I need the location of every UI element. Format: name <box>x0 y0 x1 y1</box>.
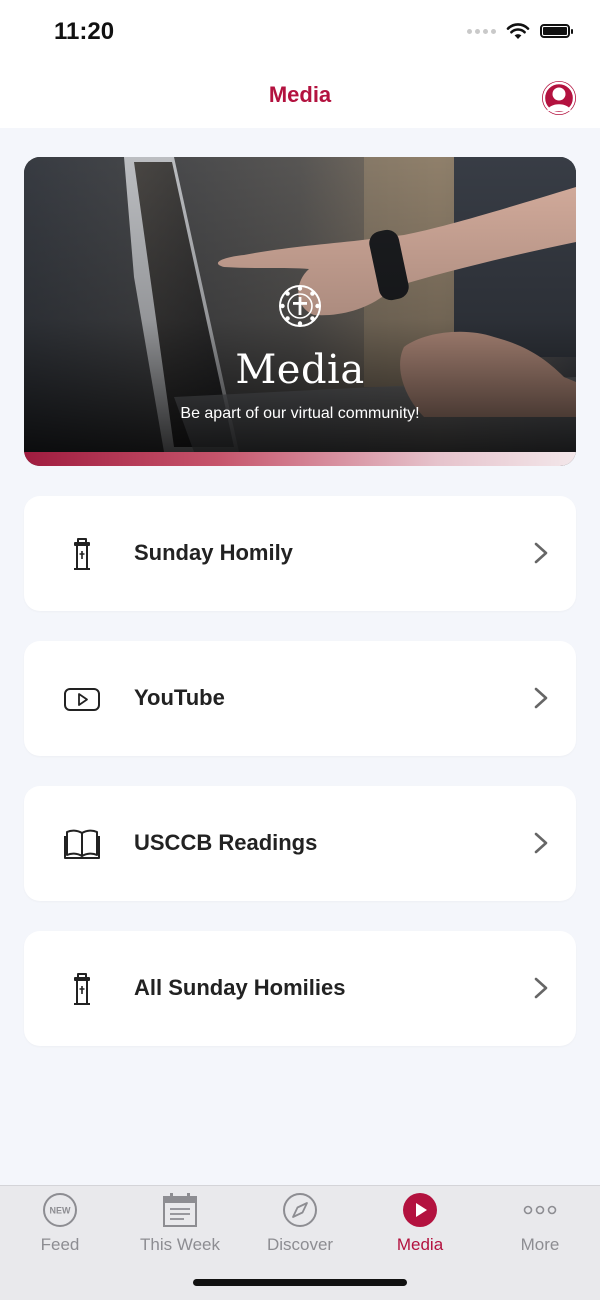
chevron-right-icon <box>534 687 548 709</box>
more-dots-icon <box>523 1205 557 1215</box>
parish-logo-icon <box>279 285 321 327</box>
wifi-icon <box>506 23 530 39</box>
hero-title: Media <box>235 347 365 393</box>
menu-item-youtube[interactable]: YouTube <box>24 641 576 756</box>
pulpit-icon <box>74 973 90 1005</box>
menu-item-all-sunday-homilies[interactable]: All Sunday Homilies <box>24 931 576 1046</box>
open-book-icon <box>64 829 100 859</box>
menu-item-label: YouTube <box>134 685 225 710</box>
menu-item-label: Sunday Homily <box>134 540 293 565</box>
compass-icon <box>283 1193 317 1227</box>
chevron-right-icon <box>534 832 548 854</box>
hero-subtitle: Be apart of our virtual community! <box>180 405 420 422</box>
menu-item-label: All Sunday Homilies <box>134 975 346 1000</box>
tab-more[interactable]: More <box>480 1186 600 1266</box>
calendar-icon <box>163 1193 197 1227</box>
top-nav-bar: Media <box>0 66 600 128</box>
status-time: 11:20 <box>54 18 115 45</box>
status-bar: 11:20 <box>0 0 600 66</box>
youtube-play-icon <box>64 688 100 711</box>
status-icons <box>467 22 573 40</box>
pulpit-icon <box>74 538 90 570</box>
play-circle-icon <box>403 1193 437 1227</box>
tab-feed[interactable]: NEW Feed <box>0 1186 120 1266</box>
tab-label: More <box>520 1235 560 1254</box>
new-badge-icon: NEW <box>43 1193 77 1227</box>
home-indicator <box>193 1279 407 1286</box>
svg-text:NEW: NEW <box>50 1206 72 1216</box>
menu-item-usccb-readings[interactable]: USCCB Readings <box>24 786 576 901</box>
signal-icon <box>467 28 496 34</box>
media-hero-banner: Media Be apart of our virtual community! <box>24 157 576 466</box>
user-icon <box>542 81 576 115</box>
tab-media[interactable]: Media <box>360 1186 480 1266</box>
chevron-right-icon <box>534 542 548 564</box>
hero-accent-strip <box>24 452 576 466</box>
tab-label: Discover <box>266 1235 334 1254</box>
menu-item-label: USCCB Readings <box>134 830 318 855</box>
tab-label: Feed <box>40 1235 80 1254</box>
profile-button[interactable] <box>542 81 576 115</box>
chevron-right-icon <box>534 977 548 999</box>
battery-icon <box>540 24 573 38</box>
page-title: Media <box>268 82 332 107</box>
tab-label: This Week <box>140 1235 220 1254</box>
tab-this-week[interactable]: This Week <box>120 1186 240 1266</box>
tab-label: Media <box>396 1235 444 1254</box>
tab-discover[interactable]: Discover <box>240 1186 360 1266</box>
menu-item-sunday-homily[interactable]: Sunday Homily <box>24 496 576 611</box>
